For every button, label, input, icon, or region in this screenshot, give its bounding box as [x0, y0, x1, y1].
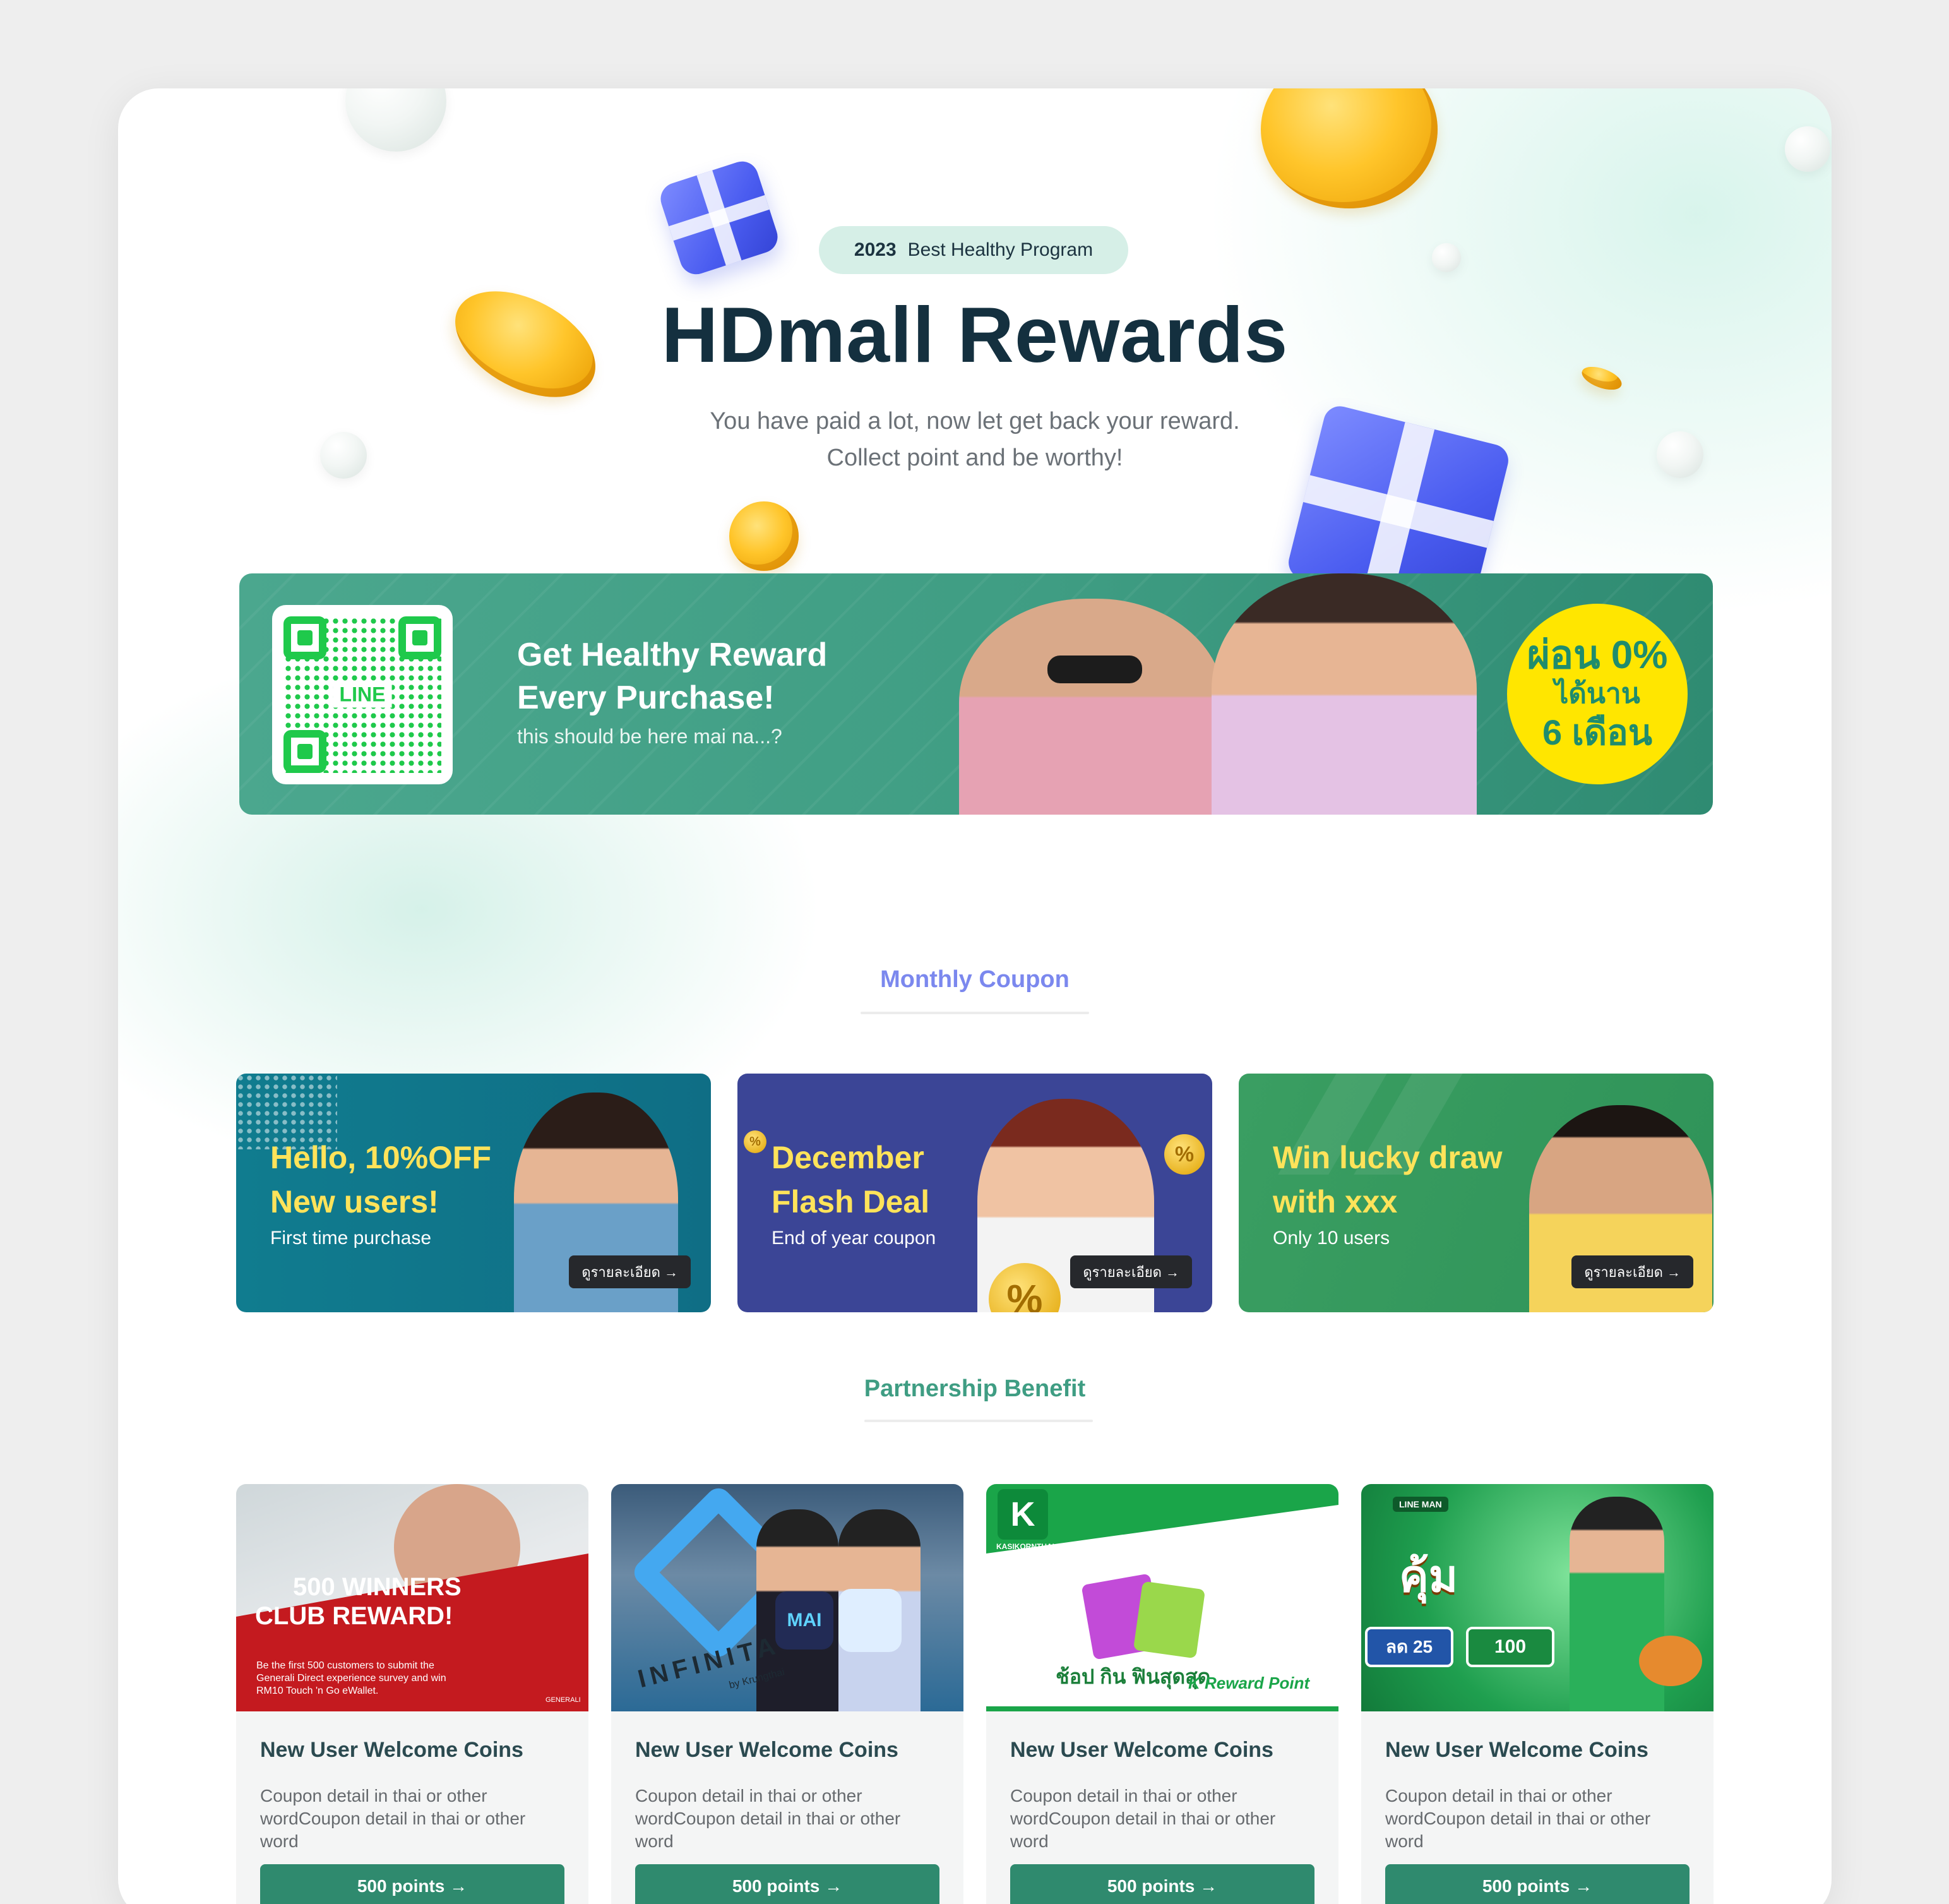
- section-divider: [861, 1012, 1089, 1014]
- partner-image: MAI INFINITA by Krungthai: [611, 1484, 963, 1711]
- partner-card-title: New User Welcome Coins: [260, 1738, 523, 1762]
- coupon-heading-line: Hello, 10%OFF: [270, 1140, 492, 1175]
- paotang-app-icon: [838, 1589, 902, 1652]
- redeem-points-button[interactable]: 500 points →: [260, 1864, 564, 1904]
- partner-image-title: คุ้ม: [1399, 1552, 1458, 1601]
- coupon-subtext: End of year coupon: [772, 1228, 936, 1248]
- coupon-subtext: Only 10 users: [1273, 1228, 1390, 1248]
- partner-card-desc: Coupon detail in thai or other wordCoupo…: [1010, 1786, 1276, 1851]
- section-divider: [864, 1420, 1093, 1422]
- partner-card-kasikorn[interactable]: K KASIKORNTHAI ช้อป กิน ฟินสุดสุด K Rewa…: [986, 1484, 1338, 1904]
- coupon-heading-line: December: [772, 1140, 924, 1175]
- coupon-detail-button[interactable]: ดูรายละเอียด →: [569, 1255, 691, 1288]
- coin-icon: [1261, 88, 1438, 208]
- coupon-heading: December Flash Deal: [772, 1135, 1037, 1224]
- qr-finder: [398, 616, 441, 659]
- coupon-heading: Hello, 10%OFF New users!: [270, 1135, 535, 1224]
- installment-promo-badge: ผ่อน 0% ได้นาน 6 เดือน: [1507, 604, 1688, 784]
- generali-logo: GENERALI: [545, 1696, 581, 1704]
- page-frame: 2023 Best Healthy Program HDmall Rewards…: [118, 88, 1832, 1904]
- coupon-subtext: First time purchase: [270, 1228, 432, 1248]
- image-title-line: CLUB REWARD!: [255, 1602, 453, 1630]
- kbank-logo: K: [998, 1489, 1048, 1540]
- page-subtitle: You have paid a lot, now let get back yo…: [118, 403, 1832, 476]
- qr-finder: [283, 616, 326, 659]
- coupon-card-lucky-draw[interactable]: Win lucky draw with xxx Only 10 users ดู…: [1239, 1074, 1714, 1312]
- hero-subtext: this should be here mai na...?: [517, 725, 782, 748]
- decor-sphere: [1785, 126, 1830, 172]
- badge-year: 2023: [854, 239, 897, 260]
- coupon-card-flash-deal[interactable]: % % % December Flash Deal End of year co…: [737, 1074, 1212, 1312]
- promo-line: ผ่อน 0%: [1527, 633, 1668, 677]
- partner-card-desc: Coupon detail in thai or other wordCoupo…: [1385, 1786, 1651, 1851]
- partner-card-generali[interactable]: 500 WINNERS CLUB REWARD! Be the first 50…: [236, 1484, 588, 1904]
- kbank-reward-logo: K Reward Point: [1188, 1673, 1310, 1692]
- qr-finder: [283, 730, 326, 773]
- partnership-heading: Partnership Benefit: [864, 1375, 1086, 1402]
- partner-image-title: ช้อป กิน ฟินสุดสุด: [1056, 1665, 1211, 1688]
- lineman-logo: LINE MAN: [1393, 1497, 1448, 1512]
- promo-line: ได้นาน: [1554, 678, 1640, 709]
- image-title-line: 500 WINNERS: [293, 1573, 462, 1601]
- partner-image-desc: Be the first 500 customers to submit the…: [256, 1660, 446, 1696]
- partner-card-lineman[interactable]: LINE MAN คุ้ม ลด 25 100 New User Welcome…: [1361, 1484, 1714, 1904]
- subtitle-line: Collect point and be worthy!: [826, 445, 1123, 471]
- hero-heading: Get Healthy Reward Every Purchase!: [517, 633, 959, 719]
- coin-icon: [729, 501, 799, 571]
- coupon-detail-button[interactable]: ดูรายละเอียด →: [1070, 1255, 1192, 1288]
- hero-banner[interactable]: LINE Get Healthy Reward Every Purchase! …: [239, 573, 1713, 815]
- shopping-bag-icon: [1133, 1581, 1206, 1659]
- line-logo: LINE: [333, 681, 392, 708]
- percent-coin-icon: %: [1164, 1134, 1205, 1175]
- hero-heading-line: Get Healthy Reward: [517, 637, 828, 673]
- partner-card-desc: Coupon detail in thai or other wordCoupo…: [635, 1786, 901, 1851]
- coupon-detail-button[interactable]: ดูรายละเอียด →: [1571, 1255, 1693, 1288]
- coupon-heading-line: with xxx: [1273, 1184, 1398, 1219]
- qr-pattern: LINE: [283, 616, 441, 773]
- decor-sphere: [1432, 243, 1461, 272]
- food-icon: [1639, 1636, 1702, 1686]
- partner-card-title: New User Welcome Coins: [1010, 1738, 1273, 1762]
- coupon-heading-line: Flash Deal: [772, 1184, 930, 1219]
- discount-badge: 100: [1466, 1627, 1554, 1667]
- promo-line: 6 เดือน: [1542, 712, 1653, 752]
- partner-image: 500 WINNERS CLUB REWARD! Be the first 50…: [236, 1484, 588, 1711]
- decor-sphere: [345, 88, 446, 152]
- program-badge: 2023 Best Healthy Program: [819, 226, 1128, 274]
- mai-app-icon: MAI: [775, 1591, 833, 1650]
- partner-image: K KASIKORNTHAI ช้อป กิน ฟินสุดสุด K Rewa…: [986, 1484, 1338, 1711]
- hero-person-woman: [1212, 573, 1477, 815]
- hero-heading-line: Every Purchase!: [517, 680, 775, 716]
- coupon-heading-line: New users!: [270, 1184, 439, 1219]
- coupon-heading-line: Win lucky draw: [1273, 1140, 1503, 1175]
- discount-badge: ลด 25: [1365, 1627, 1453, 1667]
- redeem-points-button[interactable]: 500 points →: [1385, 1864, 1690, 1904]
- subtitle-line: You have paid a lot, now let get back yo…: [710, 408, 1240, 434]
- coupon-heading: Win lucky draw with xxx: [1273, 1135, 1626, 1224]
- page-title: HDmall Rewards: [661, 292, 1289, 379]
- monthly-coupon-heading: Monthly Coupon: [880, 966, 1070, 993]
- partner-card-krungthai[interactable]: MAI INFINITA by Krungthai New User Welco…: [611, 1484, 963, 1904]
- sunglasses-icon: [1047, 656, 1142, 683]
- partner-card-title: New User Welcome Coins: [635, 1738, 898, 1762]
- partner-image: LINE MAN คุ้ม ลด 25 100: [1361, 1484, 1714, 1711]
- kbank-name: KASIKORNTHAI: [996, 1542, 1054, 1551]
- gift-icon: [656, 157, 782, 279]
- hero-person-man: [959, 599, 1224, 815]
- partner-image-title: 500 WINNERS CLUB REWARD!: [255, 1572, 462, 1631]
- redeem-points-button[interactable]: 500 points →: [635, 1864, 939, 1904]
- percent-coin-icon: %: [744, 1130, 766, 1153]
- partner-card-title: New User Welcome Coins: [1385, 1738, 1648, 1762]
- coupon-card-new-users[interactable]: Hello, 10%OFF New users! First time purc…: [236, 1074, 711, 1312]
- redeem-points-button[interactable]: 500 points →: [1010, 1864, 1314, 1904]
- badge-label: Best Healthy Program: [907, 239, 1094, 260]
- partner-card-desc: Coupon detail in thai or other wordCoupo…: [260, 1786, 526, 1851]
- line-qr-code[interactable]: LINE: [272, 605, 453, 784]
